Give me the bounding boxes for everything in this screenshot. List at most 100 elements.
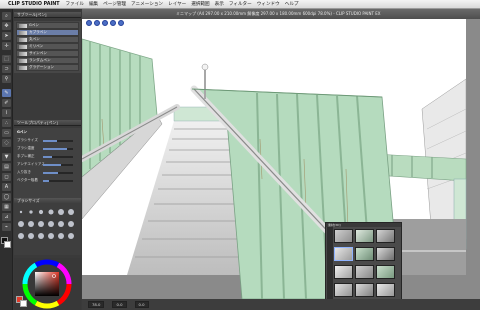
subtool-item[interactable]: サインペン bbox=[16, 50, 79, 57]
sub-color-indicator[interactable] bbox=[20, 300, 27, 307]
lasso-tool-icon[interactable]: ⊃ bbox=[2, 65, 11, 73]
balloon-tool-icon[interactable]: ◯ bbox=[2, 193, 11, 201]
brush-size-preset[interactable] bbox=[38, 233, 44, 239]
pen-stroke-preview bbox=[19, 59, 27, 63]
fill-selection-icon[interactable] bbox=[110, 20, 116, 26]
material-thumbnail[interactable] bbox=[355, 283, 374, 297]
brush-tool-icon[interactable]: ⌇ bbox=[2, 109, 11, 117]
sub-color-swatch[interactable] bbox=[4, 241, 11, 248]
brush-size-preset[interactable] bbox=[29, 210, 33, 214]
material-panel-header[interactable]: 素材[3D] bbox=[326, 223, 401, 227]
subtool-item[interactable]: グラデーション bbox=[16, 64, 79, 71]
canvas[interactable] bbox=[82, 19, 480, 299]
tool-property-header[interactable]: ツールプロパティ[ペン] bbox=[14, 120, 81, 126]
material-thumbnail[interactable] bbox=[334, 229, 353, 243]
property-slider[interactable] bbox=[43, 179, 73, 182]
pencil-tool-icon[interactable]: ✐ bbox=[2, 99, 11, 107]
material-thumbnail[interactable] bbox=[355, 229, 374, 243]
material-thumbnail[interactable] bbox=[376, 247, 395, 261]
move-layer-tool-icon[interactable]: ✛ bbox=[2, 42, 11, 50]
ruler-tool-icon[interactable]: ⊿ bbox=[2, 213, 11, 221]
slider-fill bbox=[43, 139, 57, 142]
move-tool-icon[interactable]: ✥ bbox=[2, 22, 11, 30]
material-tree[interactable] bbox=[327, 227, 333, 301]
brush-size-preset[interactable] bbox=[68, 233, 74, 239]
zoom-tool-icon[interactable]: ⌕ bbox=[2, 12, 11, 20]
airbrush-tool-icon[interactable]: ∴ bbox=[2, 119, 11, 127]
eraser-tool-icon[interactable]: ▭ bbox=[2, 129, 11, 137]
brush-size-preset[interactable] bbox=[48, 209, 54, 215]
subtool-panel-header[interactable]: サブツール[ペン] bbox=[14, 12, 81, 18]
property-row: 入り抜き bbox=[17, 170, 79, 175]
property-slider[interactable] bbox=[43, 147, 73, 150]
deselect-icon[interactable] bbox=[118, 20, 124, 26]
menu-view[interactable]: 表示 bbox=[215, 1, 224, 7]
subtool-label: 丸ペン bbox=[29, 37, 40, 41]
clear-icon[interactable] bbox=[102, 20, 108, 26]
menu-filter[interactable]: フィルター bbox=[229, 1, 252, 7]
property-slider[interactable] bbox=[43, 139, 73, 142]
undo-icon[interactable] bbox=[86, 20, 92, 26]
property-slider[interactable] bbox=[43, 163, 73, 166]
brush-size-preset[interactable] bbox=[28, 233, 34, 239]
figure-tool-icon[interactable]: ◻ bbox=[2, 173, 11, 181]
brush-size-preset[interactable] bbox=[18, 221, 24, 227]
material-thumbnail[interactable] bbox=[355, 247, 374, 261]
zoom-level[interactable]: 78.0 bbox=[88, 301, 105, 308]
menu-window[interactable]: ウィンドウ bbox=[257, 1, 280, 7]
subtool-item[interactable]: ミリペン bbox=[16, 43, 79, 50]
material-thumbnail[interactable] bbox=[334, 265, 353, 279]
eyedropper-tool-icon[interactable]: ⚲ bbox=[2, 75, 11, 83]
brush-size-preset[interactable] bbox=[48, 233, 54, 239]
property-slider[interactable] bbox=[43, 155, 73, 158]
brush-size-preset[interactable] bbox=[38, 221, 44, 227]
menu-page[interactable]: ページ管理 bbox=[103, 1, 126, 7]
menu-help[interactable]: ヘルプ bbox=[285, 1, 299, 7]
correct-line-tool-icon[interactable]: ⌁ bbox=[2, 223, 11, 231]
brush-size-preset[interactable] bbox=[68, 221, 74, 227]
slider-fill bbox=[43, 163, 61, 166]
brush-size-preset[interactable] bbox=[58, 233, 64, 239]
brush-size-preset[interactable] bbox=[48, 221, 54, 227]
app-menu[interactable]: CLIP STUDIO PAINT bbox=[8, 2, 60, 7]
operation-tool-icon[interactable]: ➤ bbox=[2, 32, 11, 40]
tool-property-subtool-name: Gペン bbox=[17, 130, 27, 134]
gradient-tool-icon[interactable]: ▤ bbox=[2, 163, 11, 171]
brush-size-preset[interactable] bbox=[19, 210, 23, 214]
text-tool-icon[interactable]: A bbox=[2, 183, 11, 191]
material-thumbnail[interactable] bbox=[334, 247, 353, 261]
material-thumbnail[interactable] bbox=[376, 283, 395, 297]
subtool-item[interactable]: カブラペン bbox=[16, 29, 79, 36]
brush-size-preset[interactable] bbox=[38, 209, 44, 215]
frame-tool-icon[interactable]: ▦ bbox=[2, 203, 11, 211]
menu-edit[interactable]: 編集 bbox=[89, 1, 98, 7]
brush-size-preset[interactable] bbox=[58, 221, 64, 227]
material-thumbnail[interactable] bbox=[334, 283, 353, 297]
blend-tool-icon[interactable]: ◌ bbox=[2, 139, 11, 147]
subtool-label: ランダムペン bbox=[29, 58, 51, 62]
pen-tool-icon[interactable]: ✎ bbox=[2, 89, 11, 97]
app-window: CLIP STUDIO PAINT ファイル 編集 ページ管理 アニメーション … bbox=[0, 0, 480, 310]
rotation-readout[interactable]: 0.0 bbox=[134, 301, 149, 308]
menu-selection[interactable]: 選択範囲 bbox=[191, 1, 209, 7]
subtool-item[interactable]: ランダムペン bbox=[16, 57, 79, 64]
menu-file[interactable]: ファイル bbox=[66, 1, 84, 7]
property-slider[interactable] bbox=[43, 171, 73, 174]
material-thumbnail[interactable] bbox=[376, 265, 395, 279]
subtool-item[interactable]: Gペン bbox=[16, 22, 79, 29]
fill-tool-icon[interactable]: ▼ bbox=[2, 153, 11, 161]
brush-size-preset[interactable] bbox=[28, 221, 34, 227]
menu-animation[interactable]: アニメーション bbox=[131, 1, 163, 7]
pen-stroke-preview bbox=[19, 24, 27, 28]
subtool-item[interactable]: 丸ペン bbox=[16, 36, 79, 43]
selection-tool-icon[interactable]: ⬚ bbox=[2, 55, 11, 63]
menu-layer[interactable]: レイヤー bbox=[168, 1, 186, 7]
material-thumbnail[interactable] bbox=[355, 265, 374, 279]
material-thumbnail[interactable] bbox=[376, 229, 395, 243]
redo-icon[interactable] bbox=[94, 20, 100, 26]
position-readout[interactable]: 0.0 bbox=[112, 301, 127, 308]
brush-size-preset[interactable] bbox=[18, 233, 24, 239]
pen-stroke-preview bbox=[19, 31, 27, 35]
brush-size-preset[interactable] bbox=[68, 209, 74, 215]
brush-size-preset[interactable] bbox=[58, 209, 64, 215]
